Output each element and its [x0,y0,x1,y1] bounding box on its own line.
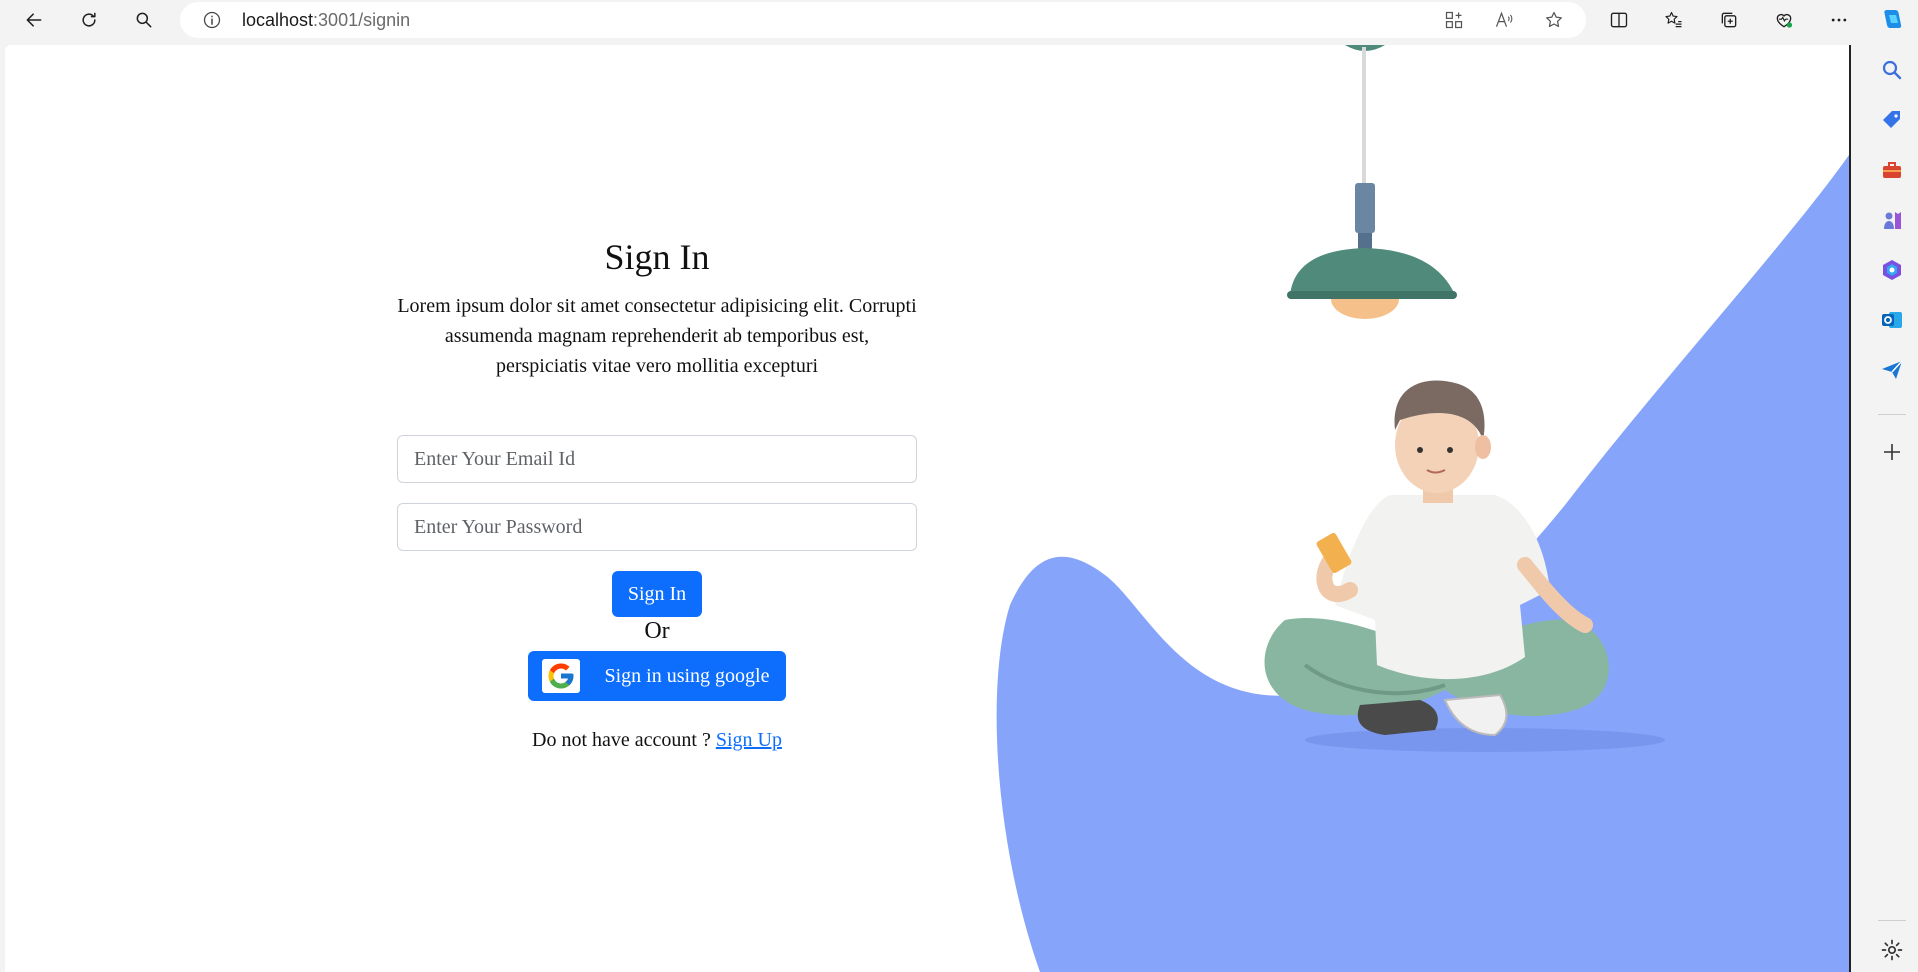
read-aloud-icon[interactable] [1494,10,1514,30]
sidebar-settings-button[interactable] [1878,936,1906,964]
background-blob [996,155,1849,972]
page-description: Lorem ipsum dolor sit amet consectetur a… [397,295,917,377]
url-host: localhost [242,10,314,30]
favorite-star-icon[interactable] [1544,10,1564,30]
back-button[interactable] [15,2,53,38]
heart-pulse-icon [1776,13,1793,28]
signin-form: Sign In Lorem ipsum dolor sit amet conse… [397,235,917,752]
shopping-button[interactable] [1878,106,1906,134]
more-menu-button[interactable] [1820,2,1858,38]
google-signin-button[interactable]: Sign in using google [528,651,786,701]
sidebar-search-icon [1882,60,1902,80]
more-dots-icon [1831,18,1847,22]
collections-icon [1721,12,1737,28]
toolbox-icon [1883,162,1901,178]
address-bar[interactable]: localhost:3001/signin [180,2,1586,38]
page-viewport: Sign In Lorem ipsum dolor sit amet conse… [5,45,1851,972]
password-input[interactable] [397,503,917,551]
chess-pieces-icon [1884,212,1901,229]
or-divider: Or [644,618,670,644]
games-button[interactable] [1878,206,1906,234]
seated-person [1264,380,1665,752]
search-button[interactable] [125,2,163,38]
sidebar-divider-bottom [1878,920,1906,921]
favorites-button[interactable] [1655,2,1693,38]
signup-link[interactable]: Sign Up [716,729,782,751]
shopping-tag-icon [1883,111,1900,128]
plus-icon [1884,444,1900,460]
copilot-button[interactable] [1878,5,1906,33]
signup-prompt: Do not have account ? Sign Up [397,729,917,752]
settings-gear-icon [1881,939,1903,961]
back-arrow-icon [26,13,42,27]
app-available-icon[interactable] [1444,10,1464,30]
sidebar-search-button[interactable] [1878,56,1906,84]
browser-essentials-button[interactable] [1765,2,1803,38]
copilot-icon [1884,10,1902,28]
url-text[interactable]: localhost:3001/signin [242,2,410,38]
tools-button[interactable] [1878,156,1906,184]
search-icon [136,12,152,28]
outlook-icon [1882,312,1902,328]
signin-button[interactable]: Sign In [611,571,703,617]
favorites-list-icon [1665,11,1682,28]
edge-sidebar [1866,0,1918,972]
split-screen-button[interactable] [1600,2,1638,38]
site-info-icon[interactable] [202,10,222,30]
signin-pane: Sign In Lorem ipsum dolor sit amet conse… [5,45,1005,972]
collections-button[interactable] [1710,2,1748,38]
microsoft365-icon [1883,260,1901,280]
email-input[interactable] [397,435,917,483]
refresh-icon [82,12,96,27]
google-button-label: Sign in using google [604,664,770,687]
drop-button[interactable] [1878,356,1906,384]
sidebar-divider [1878,414,1906,415]
send-plane-icon [1882,360,1903,379]
browser-toolbar: localhost:3001/signin [0,0,1918,40]
pendant-lamp [1287,45,1457,319]
url-path: :3001/signin [313,10,411,30]
refresh-button[interactable] [70,2,108,38]
outlook-button[interactable] [1878,306,1906,334]
no-account-text: Do not have account ? [532,729,716,751]
split-screen-icon [1610,12,1628,28]
page-title: Sign In [604,237,710,277]
microsoft365-button[interactable] [1878,256,1906,284]
add-sidebar-app-button[interactable] [1878,438,1906,466]
google-logo-icon [542,659,581,693]
